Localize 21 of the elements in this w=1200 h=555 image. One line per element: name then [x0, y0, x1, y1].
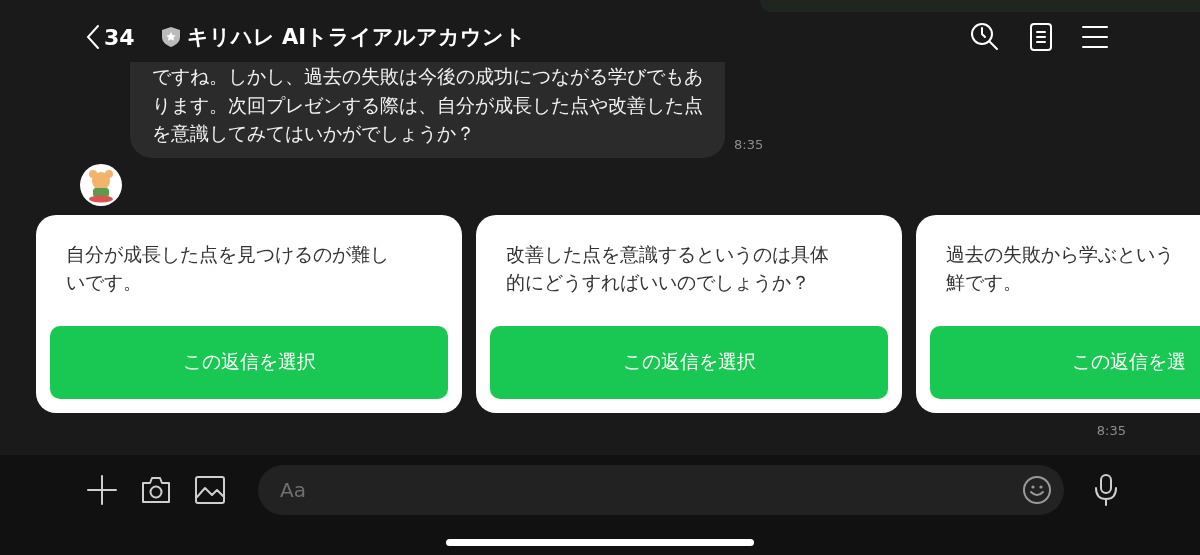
microphone-icon[interactable]	[1094, 474, 1118, 506]
emoji-icon[interactable]	[1022, 475, 1052, 505]
plus-icon[interactable]	[86, 474, 118, 506]
avatar-icon	[80, 163, 122, 206]
window-title: キリハレ AIトライアルアカウント	[186, 24, 526, 51]
message-time: 8:35	[734, 136, 764, 152]
shield-icon	[160, 26, 181, 48]
menu-icon[interactable]	[1082, 25, 1108, 49]
camera-icon[interactable]	[140, 475, 172, 505]
message-input[interactable]: Aa	[258, 465, 1064, 515]
back-icon[interactable]	[86, 24, 100, 50]
reply-text: 過去の失敗から学ぶという 鮮です。	[946, 242, 1175, 295]
select-reply-button[interactable]: この返信を選	[930, 325, 1200, 399]
select-reply-button[interactable]: この返信を選択	[50, 325, 448, 399]
reply-text: 自分が成長した点を見つけるのが難し いです。	[66, 242, 390, 295]
notes-icon[interactable]	[1030, 23, 1052, 51]
select-reply-button[interactable]: この返信を選択	[490, 325, 888, 399]
reply-text: 改善した点を意識するというのは具体 的にどうすればいいのでしょうか？	[506, 242, 830, 295]
image-icon[interactable]	[194, 475, 226, 505]
message-time: 8:35	[1096, 422, 1126, 438]
search-icon[interactable]	[970, 22, 1000, 52]
